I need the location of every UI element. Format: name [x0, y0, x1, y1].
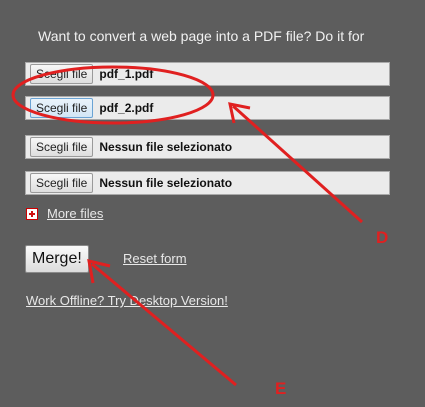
- file-name-1: pdf_1.pdf: [99, 67, 154, 81]
- more-files-control: More files: [26, 206, 103, 221]
- intro-text: Want to convert a web page into a PDF fi…: [38, 28, 365, 44]
- choose-file-button-3[interactable]: Scegli file: [30, 137, 94, 157]
- annotation-label-e: E: [275, 379, 287, 398]
- file-input-row-4: Scegli file Nessun file selezionato: [25, 171, 390, 195]
- file-input-row-2: Scegli file pdf_2.pdf: [25, 96, 390, 120]
- annotation-label-d: D: [376, 228, 389, 247]
- choose-file-button-1[interactable]: Scegli file: [30, 64, 94, 84]
- reset-form-link[interactable]: Reset form: [123, 251, 187, 266]
- arrow-e-line: [91, 262, 237, 387]
- more-files-link[interactable]: More files: [47, 206, 103, 221]
- merge-button[interactable]: Merge!: [25, 245, 89, 273]
- file-name-4: Nessun file selezionato: [99, 176, 233, 190]
- desktop-version-link[interactable]: Work Offline? Try Desktop Version!: [26, 293, 228, 308]
- choose-file-button-4[interactable]: Scegli file: [30, 173, 94, 193]
- file-input-row-3: Scegli file Nessun file selezionato: [25, 135, 390, 159]
- arrow-e-head: [87, 259, 111, 284]
- plus-icon[interactable]: [26, 207, 38, 220]
- choose-file-button-2[interactable]: Scegli file: [30, 98, 94, 118]
- arrow-d-line: [231, 104, 364, 224]
- file-name-2: pdf_2.pdf: [99, 101, 154, 115]
- file-input-row-1: Scegli file pdf_1.pdf: [25, 62, 390, 86]
- file-name-3: Nessun file selezionato: [99, 140, 233, 154]
